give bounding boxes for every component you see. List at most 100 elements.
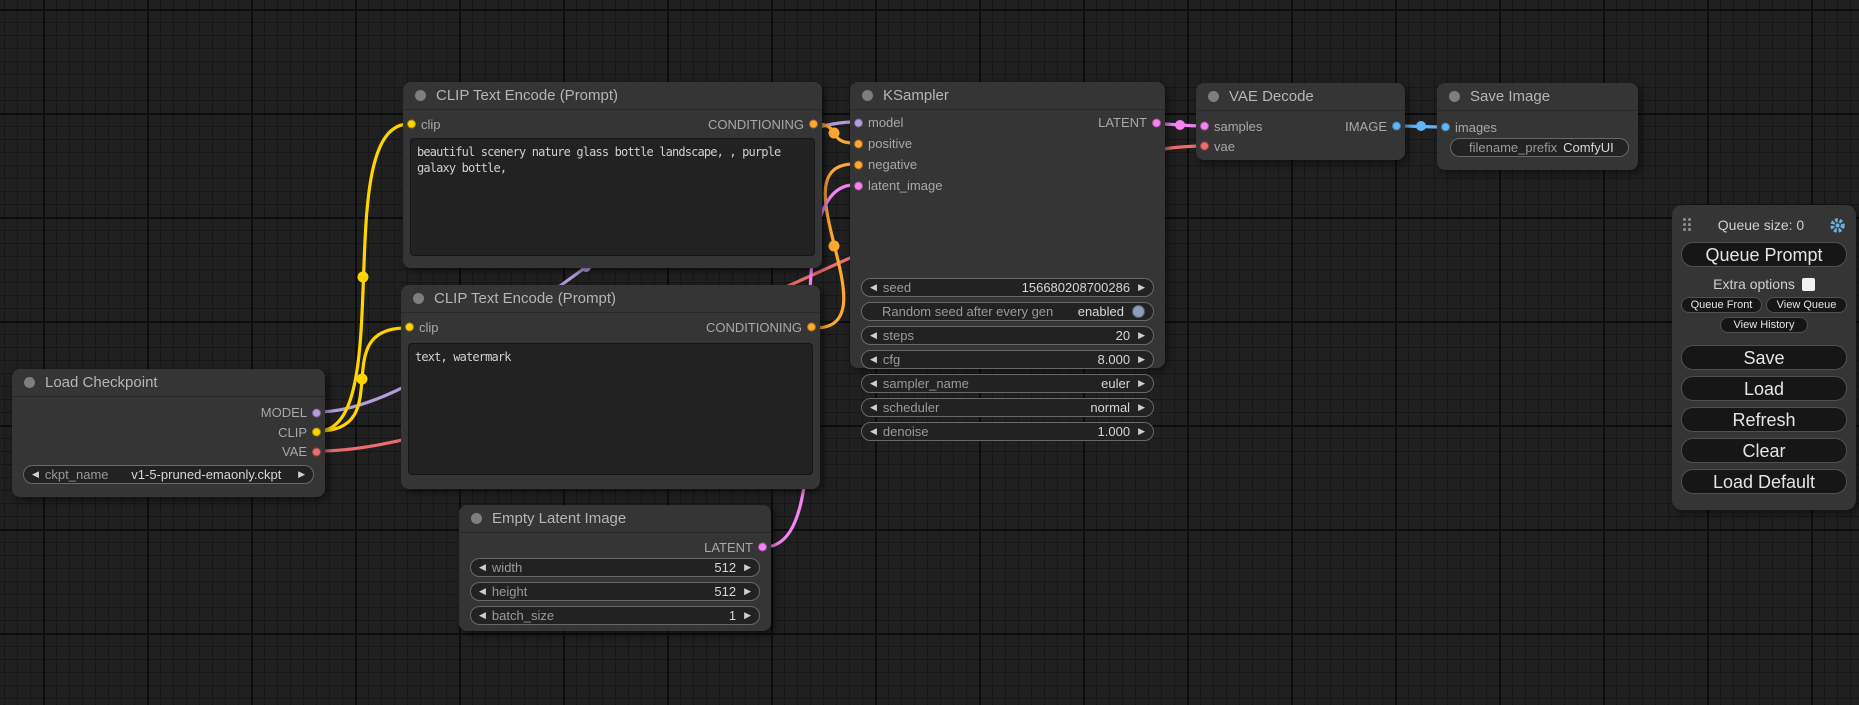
drag-handle-icon[interactable] — [1683, 217, 1693, 233]
input-slot-vae[interactable] — [1200, 142, 1209, 151]
node-status-dot[interactable] — [471, 513, 482, 524]
view-history-button[interactable]: View History — [1720, 317, 1808, 333]
widget-label: steps — [883, 328, 914, 343]
prev-arrow-icon[interactable]: ◀ — [32, 470, 39, 479]
node-empty-latent-image: Empty Latent Image LATENT ◀ width 512 ▶ … — [459, 505, 771, 631]
widget-filename-prefix[interactable]: filename_prefix ComfyUI — [1450, 138, 1629, 157]
clear-button[interactable]: Clear — [1681, 438, 1847, 463]
node-status-dot[interactable] — [24, 377, 35, 388]
node-header[interactable]: Save Image — [1437, 83, 1638, 111]
input-slot-negative[interactable] — [854, 160, 863, 169]
output-slot-conditioning[interactable] — [807, 323, 816, 332]
widget-scheduler[interactable]: ◀ scheduler normal ▶ — [861, 398, 1154, 417]
node-header[interactable]: CLIP Text Encode (Prompt) — [403, 82, 822, 110]
increment-arrow-icon[interactable]: ▶ — [744, 563, 751, 572]
node-save-image: Save Image images filename_prefix ComfyU… — [1437, 83, 1638, 170]
decrement-arrow-icon[interactable]: ◀ — [479, 611, 486, 620]
widget-width[interactable]: ◀ width 512 ▶ — [470, 558, 760, 577]
decrement-arrow-icon[interactable]: ◀ — [870, 283, 877, 292]
toggle-knob[interactable] — [1132, 305, 1145, 318]
input-slot-clip[interactable] — [407, 120, 416, 129]
slot-row: clip CONDITIONING — [403, 114, 822, 134]
queue-front-button[interactable]: Queue Front — [1681, 297, 1762, 313]
load-default-button[interactable]: Load Default — [1681, 469, 1847, 494]
output-slot-conditioning[interactable] — [809, 120, 818, 129]
output-slot-latent[interactable] — [758, 543, 767, 552]
refresh-button[interactable]: Refresh — [1681, 407, 1847, 432]
node-ksampler: KSampler model LATENT positive negative … — [850, 82, 1165, 368]
widget-value: 1.000 — [1098, 424, 1131, 439]
output-slot-clip[interactable] — [312, 428, 321, 437]
next-arrow-icon[interactable]: ▶ — [298, 470, 305, 479]
increment-arrow-icon[interactable]: ▶ — [1138, 331, 1145, 340]
prev-arrow-icon[interactable]: ◀ — [870, 403, 877, 412]
decrement-arrow-icon[interactable]: ◀ — [870, 331, 877, 340]
node-status-dot[interactable] — [415, 90, 426, 101]
prev-arrow-icon[interactable]: ◀ — [870, 379, 877, 388]
widget-random-seed-toggle[interactable]: Random seed after every gen enabled — [861, 302, 1154, 321]
slot-row: clip CONDITIONING — [401, 317, 820, 337]
settings-gear-icon[interactable] — [1829, 217, 1846, 234]
node-title: Empty Latent Image — [492, 510, 626, 527]
widget-value: enabled — [1078, 304, 1124, 319]
output-label-image: IMAGE — [1345, 119, 1387, 134]
node-status-dot[interactable] — [862, 90, 873, 101]
extra-options-checkbox[interactable] — [1802, 278, 1815, 291]
widget-denoise[interactable]: ◀ denoise 1.000 ▶ — [861, 422, 1154, 441]
input-slot-positive[interactable] — [854, 139, 863, 148]
increment-arrow-icon[interactable]: ▶ — [744, 611, 751, 620]
view-queue-button[interactable]: View Queue — [1766, 297, 1847, 313]
node-status-dot[interactable] — [1449, 91, 1460, 102]
decrement-arrow-icon[interactable]: ◀ — [479, 563, 486, 572]
input-slot-images[interactable] — [1441, 123, 1450, 132]
widget-seed[interactable]: ◀ seed 156680208700286 ▶ — [861, 278, 1154, 297]
node-load-checkpoint: Load Checkpoint MODEL CLIP VAE ◀ ckpt_na… — [12, 369, 325, 497]
output-slot-image[interactable] — [1392, 122, 1401, 131]
input-label-images: images — [1455, 120, 1497, 135]
input-slot-samples[interactable] — [1200, 122, 1209, 131]
next-arrow-icon[interactable]: ▶ — [1138, 403, 1145, 412]
node-title: CLIP Text Encode (Prompt) — [434, 290, 616, 307]
save-button[interactable]: Save — [1681, 345, 1847, 370]
widget-height[interactable]: ◀ height 512 ▶ — [470, 582, 760, 601]
slot-row: MODEL — [12, 403, 325, 423]
queue-prompt-button[interactable]: Queue Prompt — [1681, 242, 1847, 267]
widget-ckpt-name[interactable]: ◀ ckpt_name v1-5-pruned-emaonly.ckpt ▶ — [23, 465, 314, 484]
input-slot-clip[interactable] — [405, 323, 414, 332]
increment-arrow-icon[interactable]: ▶ — [1138, 427, 1145, 436]
input-slot-model[interactable] — [854, 118, 863, 127]
widget-batch-size[interactable]: ◀ batch_size 1 ▶ — [470, 606, 760, 625]
widget-steps[interactable]: ◀ steps 20 ▶ — [861, 326, 1154, 345]
link-midpoint-dot — [829, 241, 840, 252]
prompt-textarea[interactable]: text, watermark — [408, 343, 813, 475]
widget-cfg[interactable]: ◀ cfg 8.000 ▶ — [861, 350, 1154, 369]
widget-sampler-name[interactable]: ◀ sampler_name euler ▶ — [861, 374, 1154, 393]
output-slot-model[interactable] — [312, 408, 321, 417]
node-status-dot[interactable] — [1208, 91, 1219, 102]
node-header[interactable]: Empty Latent Image — [459, 505, 771, 533]
widget-label: filename_prefix — [1469, 140, 1557, 155]
node-header[interactable]: KSampler — [850, 82, 1165, 110]
decrement-arrow-icon[interactable]: ◀ — [870, 427, 877, 436]
queue-panel-header: Queue size: 0 — [1681, 214, 1847, 236]
prompt-textarea[interactable]: beautiful scenery nature glass bottle la… — [410, 138, 815, 256]
input-slot-latent-image[interactable] — [854, 181, 863, 190]
node-header[interactable]: VAE Decode — [1196, 83, 1405, 111]
output-label-vae: VAE — [282, 444, 307, 459]
next-arrow-icon[interactable]: ▶ — [1138, 379, 1145, 388]
increment-arrow-icon[interactable]: ▶ — [1138, 283, 1145, 292]
decrement-arrow-icon[interactable]: ◀ — [479, 587, 486, 596]
input-label-negative: negative — [868, 157, 917, 172]
load-button[interactable]: Load — [1681, 376, 1847, 401]
node-header[interactable]: CLIP Text Encode (Prompt) — [401, 285, 820, 313]
node-status-dot[interactable] — [413, 293, 424, 304]
output-slot-vae[interactable] — [312, 447, 321, 456]
decrement-arrow-icon[interactable]: ◀ — [870, 355, 877, 364]
output-label-conditioning: CONDITIONING — [706, 320, 802, 335]
widget-label: cfg — [883, 352, 900, 367]
increment-arrow-icon[interactable]: ▶ — [1138, 355, 1145, 364]
node-header[interactable]: Load Checkpoint — [12, 369, 325, 397]
output-slot-latent[interactable] — [1152, 118, 1161, 127]
widget-label: width — [492, 560, 522, 575]
increment-arrow-icon[interactable]: ▶ — [744, 587, 751, 596]
